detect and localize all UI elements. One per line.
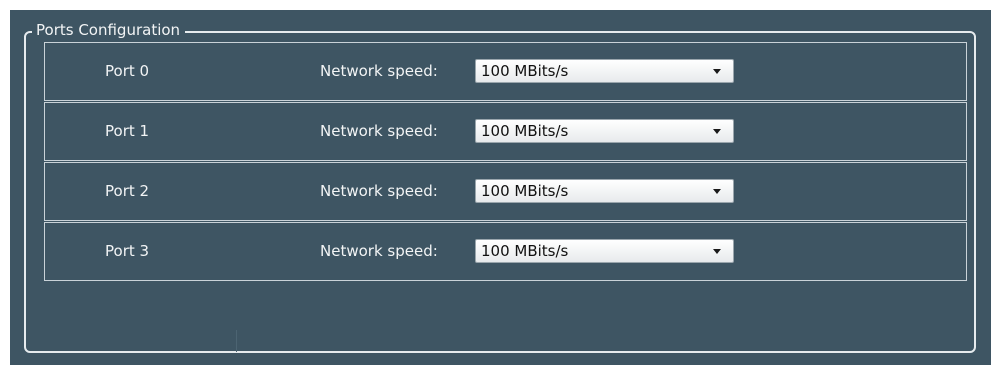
network-speed-select[interactable]: 100 MBits/s bbox=[475, 59, 734, 83]
network-speed-select[interactable]: 100 MBits/s bbox=[475, 239, 734, 263]
ports-list: Port 0 Network speed: 100 MBits/s Port 1… bbox=[44, 42, 967, 282]
network-speed-value: 100 MBits/s bbox=[481, 242, 569, 260]
port-name: Port 0 bbox=[105, 62, 150, 80]
port-name: Port 1 bbox=[105, 122, 150, 140]
network-speed-label: Network speed: bbox=[320, 242, 438, 260]
chevron-down-icon[interactable] bbox=[713, 249, 721, 254]
chevron-down-icon[interactable] bbox=[713, 189, 721, 194]
port-row-0: Port 0 Network speed: 100 MBits/s bbox=[44, 42, 967, 101]
network-speed-label: Network speed: bbox=[320, 122, 438, 140]
chevron-down-icon[interactable] bbox=[713, 69, 721, 74]
network-speed-select[interactable]: 100 MBits/s bbox=[475, 179, 734, 203]
port-row-3: Port 3 Network speed: 100 MBits/s bbox=[44, 222, 967, 281]
network-speed-select[interactable]: 100 MBits/s bbox=[475, 119, 734, 143]
panel-divider bbox=[236, 330, 237, 352]
network-speed-value: 100 MBits/s bbox=[481, 182, 569, 200]
chevron-down-icon[interactable] bbox=[713, 129, 721, 134]
network-speed-value: 100 MBits/s bbox=[481, 62, 569, 80]
network-speed-value: 100 MBits/s bbox=[481, 122, 569, 140]
port-row-2: Port 2 Network speed: 100 MBits/s bbox=[44, 162, 967, 221]
port-name: Port 2 bbox=[105, 182, 150, 200]
network-speed-label: Network speed: bbox=[320, 182, 438, 200]
port-name: Port 3 bbox=[105, 242, 150, 260]
group-title: Ports Configuration bbox=[32, 19, 186, 41]
network-speed-label: Network speed: bbox=[320, 62, 438, 80]
port-row-1: Port 1 Network speed: 100 MBits/s bbox=[44, 102, 967, 161]
